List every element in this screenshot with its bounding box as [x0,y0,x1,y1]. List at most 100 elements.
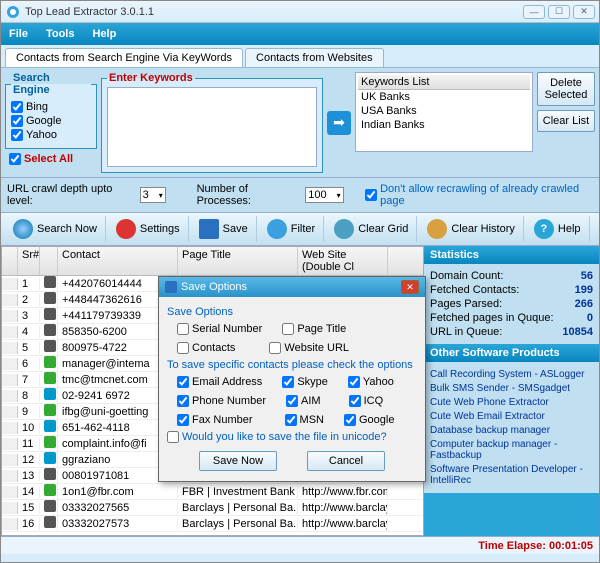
chk-page-title[interactable]: Page Title [282,323,346,335]
clear-history-button[interactable]: Clear History [419,216,524,242]
table-row[interactable]: 141on1@fbr.comFBR | Investment Bankhttp:… [2,484,423,500]
filter-button[interactable]: Filter [259,216,324,242]
tab-websites[interactable]: Contacts from Websites [245,48,384,67]
titlebar: Top Lead Extractor 3.0.1.1 — ☐ ✕ [1,1,599,23]
dialog-title: Save Options [181,281,247,293]
statistics-header: Statistics [424,246,599,264]
contact-type-icon [44,452,56,464]
trash-icon [334,219,354,239]
crawl-depth-select[interactable]: 3 [140,187,166,203]
menu-tools[interactable]: Tools [46,28,75,40]
product-link[interactable]: Computer backup manager - Fastbackup [430,439,593,461]
chk-msn[interactable]: MSN [285,414,324,426]
floppy-icon [199,219,219,239]
contact-type-icon [44,436,56,448]
add-keyword-button[interactable]: ➡ [327,111,351,135]
settings-button[interactable]: Settings [108,216,189,242]
col-page-title[interactable]: Page Title [178,247,298,275]
contact-type-icon [44,340,56,352]
save-options-section: Save Options [167,306,417,318]
processes-label: Number of Processes: [197,183,300,207]
tools-icon [116,219,136,239]
chk-recrawl[interactable]: Don't allow recrawling of already crawle… [365,183,593,207]
menubar: File Tools Help [1,23,599,45]
product-link[interactable]: Call Recording System - ASLogger [430,369,593,380]
table-row[interactable]: 1603332027573Barclays | Personal Ba..htt… [2,516,423,532]
contact-type-icon [44,292,56,304]
chk-serial-number[interactable]: Serial Number [177,323,262,335]
search-now-button[interactable]: Search Now [5,216,106,242]
chk-website-url[interactable]: Website URL [269,342,349,354]
keywords-legend: Enter Keywords [107,72,195,84]
window-title: Top Lead Extractor 3.0.1.1 [25,6,523,18]
contact-type-icon [44,388,56,400]
funnel-icon [267,219,287,239]
chk-google[interactable]: Google [11,115,91,127]
chk-aim[interactable]: AIM [286,395,321,407]
help-icon: ? [534,219,554,239]
floppy-icon [165,281,177,293]
time-elapse: Time Elapse: 00:01:05 [478,540,593,552]
dialog-close-button[interactable]: ✕ [401,280,419,294]
product-link[interactable]: Bulk SMS Sender - SMSgadget [430,383,593,394]
keywords-list[interactable]: Keywords List UK Banks USA Banks Indian … [355,72,533,152]
minimize-button[interactable]: — [523,5,545,19]
keywords-group: Enter Keywords [101,72,323,173]
col-sr[interactable]: Sr# [18,247,40,275]
close-button[interactable]: ✕ [573,5,595,19]
product-link[interactable]: Software Presentation Developer - Intell… [430,464,593,486]
chk-contacts[interactable]: Contacts [177,342,235,354]
product-link[interactable]: Cute Web Phone Extractor [430,397,593,408]
chk-google-im[interactable]: Google [344,414,394,426]
clear-grid-button[interactable]: Clear Grid [326,216,417,242]
chk-icq[interactable]: ICQ [349,395,384,407]
contact-type-icon [44,324,56,336]
chk-skype[interactable]: Skype [282,376,328,388]
chk-fax[interactable]: Fax Number [177,414,253,426]
chk-select-all[interactable]: Select All [5,153,97,165]
keywords-input[interactable] [107,87,317,167]
save-options-dialog: Save Options ✕ Save Options Serial Numbe… [158,276,426,482]
save-button[interactable]: Save [191,216,257,242]
chk-yahoo[interactable]: Yahoo [11,129,91,141]
chk-unicode[interactable]: Would you like to save the file in unico… [167,431,417,443]
chk-bing[interactable]: Bing [11,101,91,113]
tab-search-engine[interactable]: Contacts from Search Engine Via KeyWords [5,48,243,67]
list-item[interactable]: USA Banks [358,104,530,118]
contact-type-icon [44,356,56,368]
table-row[interactable]: 1503332027565Barclays | Personal Ba..htt… [2,500,423,516]
side-panel: Statistics Domain Count:56 Fetched Conta… [424,246,599,536]
col-website[interactable]: Web Site (Double Cl [298,247,388,275]
menu-help[interactable]: Help [92,28,116,40]
statistics-body: Domain Count:56 Fetched Contacts:199 Pag… [424,264,599,344]
maximize-button[interactable]: ☐ [548,5,570,19]
chk-email[interactable]: Email Address [177,376,262,388]
chk-phone[interactable]: Phone Number [177,395,266,407]
clear-list-button[interactable]: Clear List [537,110,595,132]
delete-selected-button[interactable]: Delete Selected [537,72,595,106]
contact-type-icon [44,516,56,528]
contact-type-icon [44,372,56,384]
specific-contacts-section: To save specific contacts please check t… [167,359,417,371]
list-item[interactable]: UK Banks [358,90,530,104]
broom-icon [427,219,447,239]
search-engine-legend: Search Engine [11,72,91,96]
help-button[interactable]: ?Help [526,216,590,242]
contact-type-icon [44,404,56,416]
contact-type-icon [44,276,56,288]
tabs: Contacts from Search Engine Via KeyWords… [1,45,599,68]
product-link[interactable]: Cute Web Email Extractor [430,411,593,422]
chk-yahoo-im[interactable]: Yahoo [348,376,394,388]
list-item[interactable]: Indian Banks [358,118,530,132]
contact-type-icon [44,484,56,496]
product-link[interactable]: Database backup manager [430,425,593,436]
globe-icon [13,219,33,239]
keywords-list-header: Keywords List [358,75,530,90]
contact-type-icon [44,468,56,480]
cancel-button[interactable]: Cancel [307,451,385,471]
col-contact[interactable]: Contact [58,247,178,275]
processes-select[interactable]: 100 [305,187,343,203]
app-icon [5,4,21,20]
menu-file[interactable]: File [9,28,28,40]
save-now-button[interactable]: Save Now [199,451,277,471]
